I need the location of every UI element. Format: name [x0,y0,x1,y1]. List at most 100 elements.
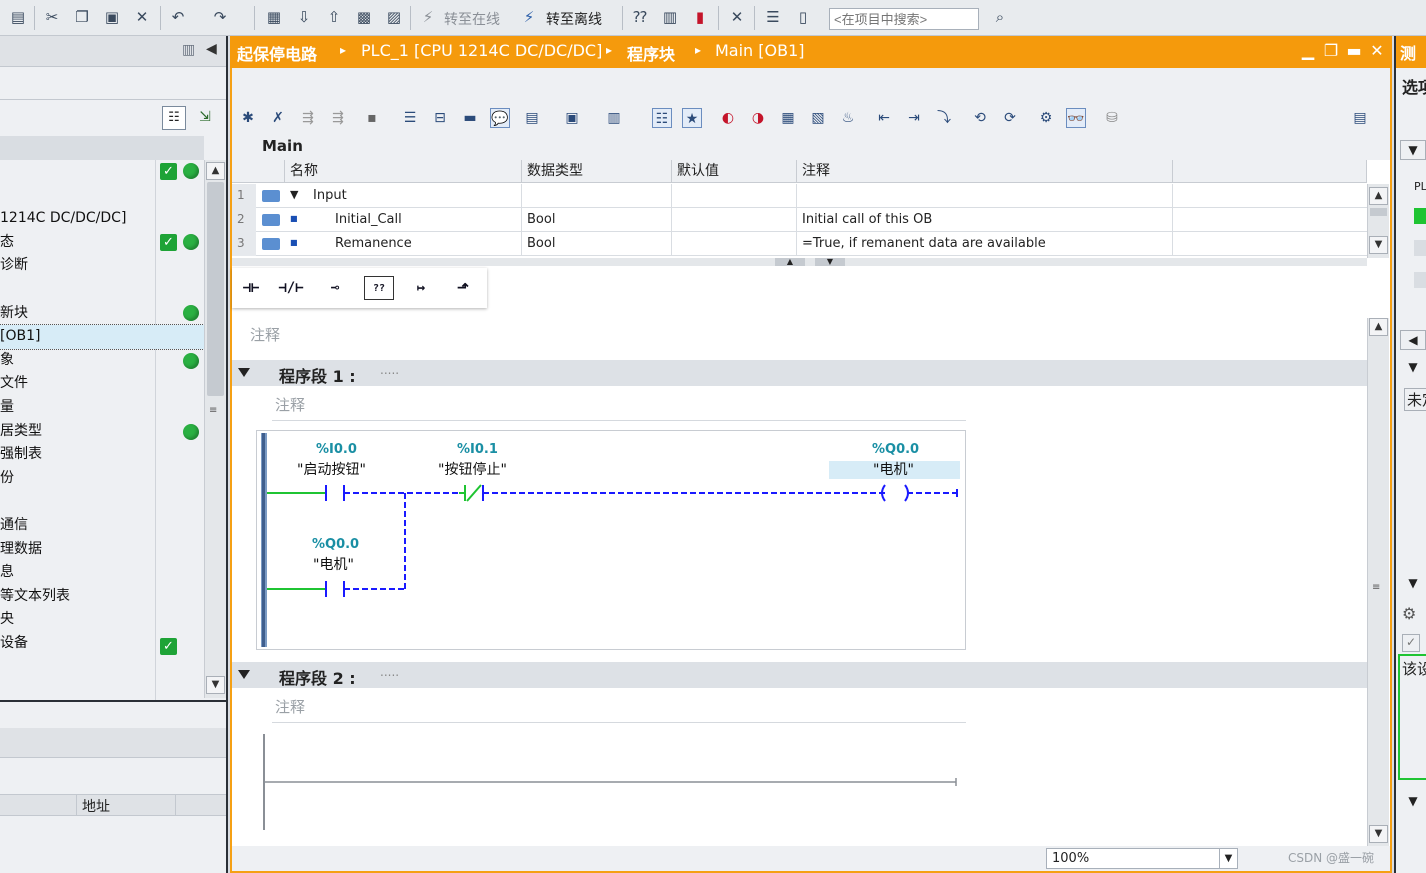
table-row[interactable]: 2 ■ Initial_Call Bool Initial call of this O… [232,208,1367,232]
cell-name[interactable]: Remanence [285,232,522,256]
empty-box-icon[interactable]: ?? [364,276,394,300]
breadcrumb-block[interactable]: Main [OB1] [715,41,805,60]
add-row-icon[interactable]: ⇶ [328,108,348,128]
maximize-icon[interactable]: ▬ [1345,41,1363,61]
tree-item[interactable]: 文件 [0,372,204,396]
col-comment[interactable]: 注释 [797,160,1173,183]
download-icon[interactable]: ⇩ [294,7,314,27]
cell-default[interactable] [672,184,797,208]
scroll-down-icon[interactable]: ▼ [206,676,225,694]
col-default[interactable]: 默认值 [672,160,797,183]
block-comment[interactable]: 注释 [250,324,280,345]
upload-icon[interactable]: ⇧ [324,7,344,27]
undo-icon[interactable]: ↶ [168,7,188,27]
close-editor-icon[interactable]: ✕ [1368,41,1386,61]
open-branch-icon[interactable]: ↦ [406,276,436,300]
close-networks-icon[interactable]: ▬ [460,108,480,128]
db-icon[interactable]: ⛁ [1102,108,1122,128]
breakpoint-icon[interactable]: ◐ [718,108,738,128]
tree-item[interactable]: 息 [0,561,204,585]
step-out-icon[interactable]: ♨ [838,108,858,128]
tree-item[interactable]: [OB1] [0,324,205,350]
paste-icon[interactable]: ▣ [102,7,122,27]
favorites-icon[interactable]: ☷ [652,108,672,128]
chevron-down-icon[interactable]: ▼ [1400,140,1426,160]
contact-1-address[interactable]: %I0.0 [316,442,357,457]
contact-2-name[interactable]: "按钮停止" [438,459,507,479]
tag-info-icon[interactable]: ▣ [562,108,582,128]
cut-icon[interactable]: ✂ [42,7,62,27]
network-2-comment[interactable]: 注释 [275,696,305,717]
chevron-down-icon[interactable]: ▼ [1219,849,1237,868]
cell-comment[interactable]: Initial call of this OB [797,208,1173,232]
chevron-left-icon[interactable]: ◀ [1400,330,1426,350]
table-row[interactable]: 3 ■ Remanence Bool =True, if remanent data a… [232,232,1367,256]
scroll-up-icon[interactable]: ▲ [1369,187,1388,205]
compile-icon[interactable]: ▦ [264,7,284,27]
show-favorites-icon[interactable]: ★ [682,108,702,128]
modify-icon[interactable]: ⚙ [1036,108,1056,128]
restore-icon[interactable]: ❐ [1322,41,1340,61]
tree-item[interactable]: 1214C DC/DC/DC] [0,207,204,231]
comments-icon[interactable]: 💬 [490,108,510,128]
project-search-input[interactable] [829,8,979,30]
scroll-up-icon[interactable]: ▲ [206,162,225,180]
scroll-up-icon[interactable]: ▲ [1369,318,1388,336]
overview-icon[interactable]: ☷ [162,106,186,130]
insert-network-icon[interactable]: ✱ [238,108,258,128]
cell-name[interactable]: Initial_Call [285,208,522,232]
cell-comment[interactable]: =True, if remanent data are available [797,232,1173,256]
normally-closed-contact-icon[interactable]: ⊣/⊢ [276,276,306,300]
tree-item[interactable]: 新块 [0,302,204,326]
minimize-icon[interactable]: ▁ [1299,41,1317,61]
tree-item[interactable]: 诊断 [0,254,204,278]
network-scrollbar[interactable]: ▲ ≡ ▼ [1367,318,1389,846]
tree-item[interactable]: 象 [0,349,204,373]
monitoring-glasses-icon[interactable]: 👓 [1066,108,1086,128]
stop-cpu-icon[interactable]: ▮ [690,7,710,27]
absolute-operands-icon[interactable]: ▤ [522,108,542,128]
breadcrumb-folder[interactable]: 程序块 [627,41,675,65]
delete-network-icon[interactable]: ✗ [268,108,288,128]
contact-2-address[interactable]: %I0.1 [457,442,498,457]
collapse-network-icon[interactable] [238,368,250,377]
tree-item[interactable]: 等文本列表 [0,585,204,609]
splitter-up-icon[interactable]: ▲ [775,258,805,266]
breadcrumb-device[interactable]: PLC_1 [CPU 1214C DC/DC/DC] [361,41,602,60]
normally-open-contact-icon[interactable]: ⊣⊢ [236,276,266,300]
tree-item[interactable]: 居类型 [0,420,204,444]
col-name[interactable]: 名称 [285,160,522,183]
step-icon[interactable]: ▦ [778,108,798,128]
insert-row-icon[interactable]: ⇶ [298,108,318,128]
splitter-down-icon[interactable]: ▼ [815,258,845,266]
checkbox-icon[interactable]: ✓ [1402,634,1420,652]
goto-prev-icon[interactable]: ⇤ [874,108,894,128]
chevron-down-icon[interactable]: ▼ [1400,358,1426,378]
wrench-icon[interactable]: ⚙ [1402,604,1416,623]
split-vertical-icon[interactable]: ▯ [793,7,813,27]
delete-icon[interactable]: ✕ [132,7,152,27]
monitor-off-icon[interactable]: ⟳ [1000,108,1020,128]
simulation-icon[interactable]: ▩ [354,7,374,27]
collapse-network-icon[interactable] [238,670,250,679]
output-coil-icon[interactable]: ⊸ [320,276,350,300]
chevron-down-icon[interactable]: ▼ [1400,574,1426,594]
redo-icon[interactable]: ↷ [210,7,230,27]
go-offline-button[interactable]: 转至离线 [546,9,602,29]
cell-comment[interactable] [797,184,1173,208]
cross-ref-icon[interactable]: ▥ [660,7,680,27]
cell-type[interactable]: Bool [522,208,672,232]
col-datatype[interactable]: 数据类型 [522,160,672,183]
cell-default[interactable] [672,208,797,232]
zoom-select[interactable]: 100% ▼ [1046,848,1238,869]
start-sim-icon[interactable]: ▨ [384,7,404,27]
collapse-left-icon[interactable]: ◀ [206,41,217,57]
task-card-title[interactable]: 测 [1400,40,1416,64]
export-icon[interactable]: ⇲ [193,106,217,130]
network-2-header[interactable]: 程序段 2 : ..... [232,662,1367,688]
chevron-down-icon[interactable]: ▼ [1400,792,1426,812]
cell-name[interactable]: Input [285,184,522,208]
tree-item[interactable]: 份 [0,467,204,491]
tree-item[interactable]: 量 [0,396,204,420]
accessible-devices-icon[interactable]: ⁇ [630,7,650,27]
